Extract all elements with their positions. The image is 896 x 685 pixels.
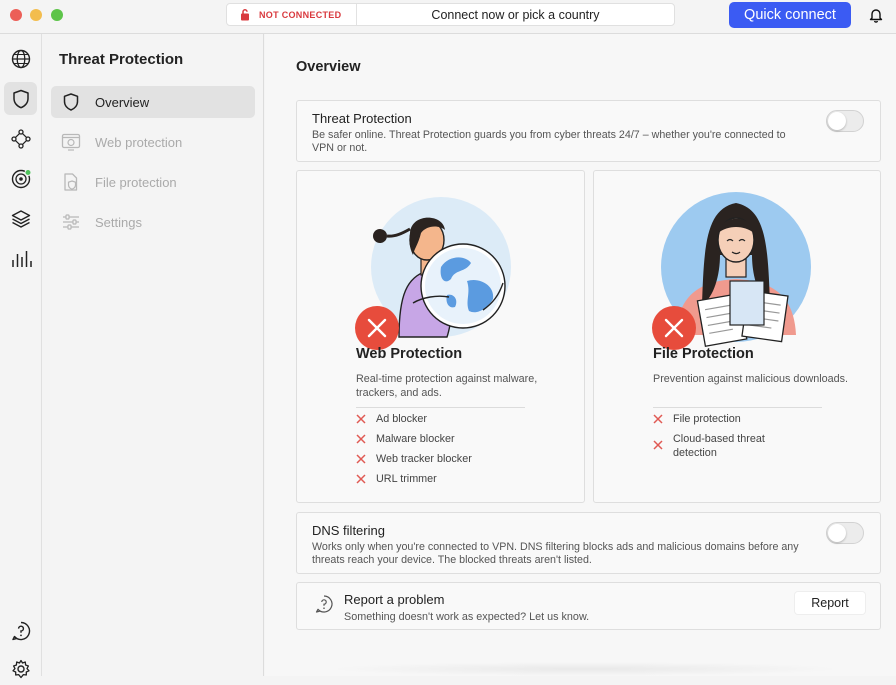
threat-protection-card: Threat Protection Be safer online. Threa… xyxy=(296,100,881,162)
web-protection-illustration xyxy=(355,197,511,350)
rail-help-button[interactable] xyxy=(4,614,37,647)
rail-countries-button[interactable] xyxy=(4,42,37,75)
quick-connect-button[interactable]: Quick connect xyxy=(729,2,851,28)
bottom-shadow xyxy=(325,662,845,676)
close-window-button[interactable] xyxy=(10,9,22,21)
threat-protection-submenu: Threat Protection Overview Web protectio… xyxy=(43,34,264,676)
rail-layers-button[interactable] xyxy=(4,202,37,235)
threat-protection-description: Be safer online. Threat Protection guard… xyxy=(312,129,786,154)
submenu-title: Threat Protection xyxy=(59,51,184,68)
threat-protection-title: Threat Protection xyxy=(312,111,412,126)
feature-item: URL trimmer xyxy=(356,472,472,492)
zoom-window-button[interactable] xyxy=(51,9,63,21)
x-mark-icon xyxy=(356,474,366,484)
feature-label: Cloud-based threat detection xyxy=(673,433,765,459)
threat-protection-toggle[interactable] xyxy=(826,110,864,132)
file-protection-illustration xyxy=(652,192,811,350)
divider xyxy=(653,407,822,408)
rail-meshnet-button[interactable] xyxy=(4,122,37,155)
feature-item: Web tracker blocker xyxy=(356,452,472,472)
lock-icon xyxy=(241,9,249,21)
feature-item: Malware blocker xyxy=(356,432,472,452)
dns-filtering-title: DNS filtering xyxy=(312,523,385,538)
file-shield-icon xyxy=(64,173,78,191)
layers-icon xyxy=(11,209,30,228)
x-mark-icon xyxy=(653,440,663,450)
stats-icon xyxy=(11,250,32,267)
feature-item: Cloud-based threat detection xyxy=(653,432,768,466)
help-icon xyxy=(11,621,30,640)
shield-icon xyxy=(12,89,29,108)
toggle-knob xyxy=(828,112,846,130)
bell-icon[interactable] xyxy=(869,7,883,23)
x-mark-icon xyxy=(356,414,366,424)
connection-status-text: NOT CONNECTED xyxy=(259,9,342,20)
settings-gear-icon xyxy=(11,659,30,678)
title-bar: NOT CONNECTED Connect now or pick a coun… xyxy=(0,0,896,34)
browser-shield-icon xyxy=(61,133,81,151)
report-button[interactable]: Report xyxy=(795,592,865,614)
rail-threat-protection-button[interactable] xyxy=(4,82,37,115)
x-mark-icon xyxy=(356,454,366,464)
file-protection-card: File Protection Prevention against malic… xyxy=(593,170,881,503)
file-protection-title: File Protection xyxy=(653,346,754,362)
file-protection-feature-list: File protection Cloud-based threat detec… xyxy=(653,412,768,466)
report-problem-title: Report a problem xyxy=(344,592,445,607)
web-protection-card: Web Protection Real-time protection agai… xyxy=(296,170,585,503)
minimize-window-button[interactable] xyxy=(30,9,42,21)
file-protection-description: Prevention against malicious downloads. xyxy=(653,373,849,385)
connection-status-bar[interactable]: NOT CONNECTED Connect now or pick a coun… xyxy=(226,3,675,26)
submenu-item-file-protection[interactable]: File protection xyxy=(51,166,255,198)
report-problem-card: Report a problem Something doesn't work … xyxy=(296,582,881,630)
main-content: Overview Threat Protection Be safer onli… xyxy=(265,34,896,676)
target-icon xyxy=(11,168,31,188)
help-bubble-icon xyxy=(315,595,333,613)
page-title: Overview xyxy=(296,59,361,75)
web-protection-description: Real-time protection against malware, tr… xyxy=(356,373,538,399)
feature-label: Malware blocker xyxy=(376,433,455,445)
web-protection-title: Web Protection xyxy=(356,346,463,362)
dns-filtering-card: DNS filtering Works only when you're con… xyxy=(296,512,881,574)
x-mark-icon xyxy=(356,434,366,444)
shield-outline-icon xyxy=(63,93,79,111)
web-protection-feature-list: Ad blocker Malware blocker Web tracker b… xyxy=(356,412,472,492)
submenu-item-label: Settings xyxy=(95,214,142,230)
feature-label: URL trimmer xyxy=(376,473,437,485)
report-problem-description: Something doesn't work as expected? Let … xyxy=(344,611,590,623)
rail-statistics-button[interactable] xyxy=(4,242,37,275)
rail-settings-button[interactable] xyxy=(4,652,37,685)
sliders-icon xyxy=(63,214,79,230)
submenu-item-label: File protection xyxy=(95,174,177,190)
toggle-knob xyxy=(828,524,846,542)
rail-dark-web-monitor-button[interactable] xyxy=(4,162,37,195)
dns-filtering-description: Works only when you're connected to VPN.… xyxy=(312,541,799,566)
icon-rail xyxy=(0,34,42,678)
feature-item: Ad blocker xyxy=(356,412,472,432)
submenu-item-web-protection[interactable]: Web protection xyxy=(51,126,255,158)
divider xyxy=(356,407,525,408)
connection-status: NOT CONNECTED xyxy=(227,4,357,25)
x-mark-icon xyxy=(653,414,663,424)
country-search-field[interactable]: Connect now or pick a country xyxy=(357,8,674,22)
dns-filtering-toggle[interactable] xyxy=(826,522,864,544)
feature-item: File protection xyxy=(653,412,768,432)
feature-label: Web tracker blocker xyxy=(376,453,472,465)
submenu-item-label: Web protection xyxy=(95,134,183,150)
feature-label: File protection xyxy=(673,413,741,425)
globe-icon xyxy=(11,49,30,68)
submenu-item-overview[interactable]: Overview xyxy=(51,86,255,118)
submenu-item-label: Overview xyxy=(95,94,150,110)
submenu-item-settings[interactable]: Settings xyxy=(51,206,255,238)
meshnet-icon xyxy=(10,128,31,149)
feature-label: Ad blocker xyxy=(376,413,428,425)
